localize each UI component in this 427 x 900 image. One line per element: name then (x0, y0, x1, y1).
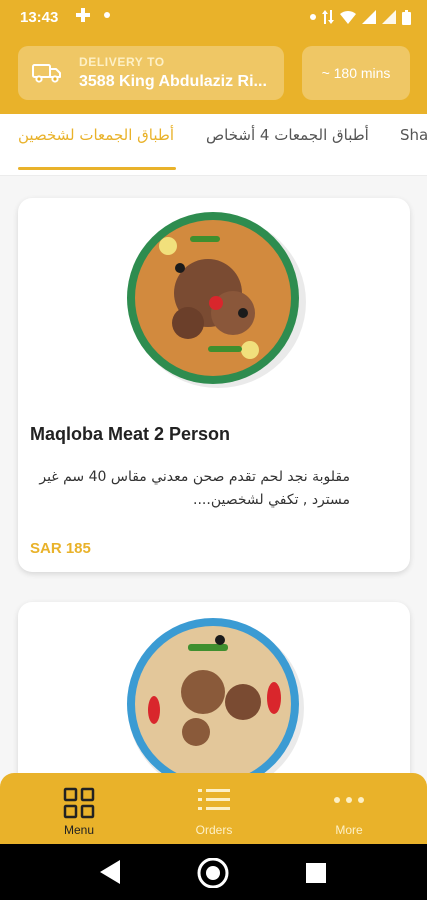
signal-icon (382, 10, 396, 24)
dot-icon (310, 14, 316, 20)
tab-two-person-platters[interactable]: أطباق الجمعات لشخصين (18, 124, 174, 168)
status-time: 13:43 (20, 9, 59, 26)
home-icon[interactable] (196, 858, 230, 888)
nav-orders-label: Orders (195, 823, 233, 837)
product-description: مقلوبة نجد لحم تقدم صحن معدني مقاس 40 سم… (39, 469, 350, 508)
product-title: Maqloba Meat 2 Person (30, 424, 231, 444)
bottom-navigation: Menu Orders More (0, 773, 427, 844)
system-navigation-bar (0, 844, 427, 900)
product-card[interactable] (18, 602, 410, 773)
nav-menu-label: Menu (63, 823, 95, 837)
list-icon (198, 789, 230, 810)
status-bar: 13:43 (0, 0, 427, 36)
active-tab-indicator (18, 167, 176, 170)
product-image (18, 198, 410, 398)
recents-icon[interactable] (305, 862, 327, 884)
back-icon[interactable] (98, 858, 124, 886)
delivery-address-selector[interactable]: DELIVERY TO 3588 King Abdulaziz Ri... (18, 46, 284, 100)
hospital-cross-icon (76, 8, 90, 22)
product-list[interactable]: Maqloba Meat 2 Person مقلوبة نجد لحم تقد… (0, 177, 427, 773)
battery-icon (402, 9, 411, 25)
delivery-eta[interactable]: ~ 180 mins (302, 46, 410, 100)
delivery-address: 3588 King Abdulaziz Ri... (79, 73, 267, 90)
more-dots-icon (334, 797, 364, 803)
nav-more-label: More (335, 823, 363, 837)
dot-icon (104, 12, 110, 18)
product-card[interactable]: Maqloba Meat 2 Person مقلوبة نجد لحم تقد… (18, 198, 410, 572)
nav-more[interactable]: More (278, 773, 420, 844)
category-tabs: أطباق الجمعات لشخصين أطباق الجمعات 4 أشخ… (0, 114, 427, 176)
product-price: SAR 185 (30, 540, 91, 557)
grid-menu-icon (63, 787, 95, 819)
tab-four-person-platters[interactable]: أطباق الجمعات 4 أشخاص (206, 124, 369, 168)
delivery-label: DELIVERY TO (79, 55, 165, 69)
nav-menu[interactable]: Menu (8, 773, 150, 844)
nav-orders[interactable]: Orders (143, 773, 285, 844)
delivery-truck-icon (32, 64, 61, 83)
product-image (18, 602, 410, 773)
tab-shared[interactable]: Sha (400, 124, 427, 168)
signal-icon (362, 10, 376, 24)
wifi-icon (340, 10, 356, 24)
app-header: DELIVERY TO 3588 King Abdulaziz Ri... ~ … (0, 36, 427, 114)
data-arrows-icon (322, 10, 334, 24)
